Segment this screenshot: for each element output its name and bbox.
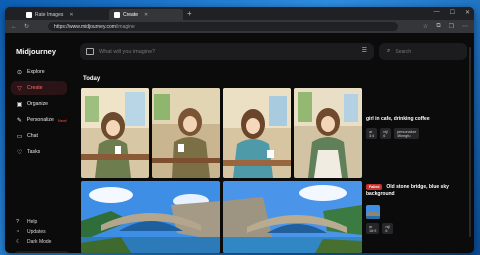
stone-bridge-image-1 xyxy=(81,181,220,253)
bridge-thumbnail-image xyxy=(366,205,380,219)
extensions-icon[interactable]: ⧉ xyxy=(436,23,440,30)
sidebar: Midjourney ⊙ Explore ▽ Create ▣ Organize ✎ P… xyxy=(5,33,73,253)
generated-image[interactable] xyxy=(152,88,220,178)
search-icon: ⌕ xyxy=(387,48,391,54)
generated-image[interactable] xyxy=(294,88,362,178)
sidebar-item-label: Chat xyxy=(27,133,38,139)
tab-bar: Rate Images ✕ Create ✕ + — ☐ ✕ xyxy=(5,7,474,20)
sidebar-item-label: Tasks xyxy=(27,149,41,155)
prompt-input[interactable] xyxy=(99,48,349,55)
midjourney-favicon-icon xyxy=(114,11,120,18)
sidebar-item-help[interactable]: ? Help xyxy=(11,217,67,227)
failed-tag: Failed xyxy=(366,184,383,190)
browser-window: Rate Images ✕ Create ✕ + — ☐ ✕ ← ↻ https… xyxy=(5,7,474,253)
cafe-girl-image-4 xyxy=(294,88,362,178)
sidebar-item-label: Explore xyxy=(27,69,45,75)
thumbs-up-icon: ♡ xyxy=(16,149,23,156)
address-bar: ← ↻ https://www.midjourney.com/imagine ☆… xyxy=(5,20,474,33)
search-input[interactable] xyxy=(395,48,456,55)
tab-label: Rate Images xyxy=(35,11,64,18)
prompt-bar: ☰ xyxy=(80,43,374,60)
sidebar-item-organize[interactable]: ▣ Organize xyxy=(11,97,67,111)
close-tab-icon[interactable]: ✕ xyxy=(69,12,73,18)
help-icon: ? xyxy=(16,219,20,225)
maximize-icon[interactable]: ☐ xyxy=(450,9,455,16)
job-chips: ar 16:9 niji 6 xyxy=(366,223,394,234)
menu-dots-icon[interactable]: ⋯ xyxy=(462,23,468,30)
new-badge: New! xyxy=(57,117,67,123)
search-bar: ⌕ xyxy=(379,43,467,60)
chip[interactable]: ar 16:9 xyxy=(366,223,380,234)
chip[interactable]: personalize 4fkmgfu xyxy=(393,128,420,139)
generated-image[interactable] xyxy=(223,181,362,253)
job-prompt[interactable]: Failed Old stone bridge, blue sky backgro… xyxy=(366,184,462,198)
logo: Midjourney xyxy=(16,47,57,56)
sidebar-item-explore[interactable]: ⊙ Explore xyxy=(11,65,67,79)
bell-icon: ◔ xyxy=(16,229,20,235)
chip[interactable]: ar 3:4 xyxy=(366,128,378,139)
chat-icon: ▭ xyxy=(16,133,23,140)
midjourney-favicon-icon xyxy=(26,11,32,18)
sidebar-nav: ⊙ Explore ▽ Create ▣ Organize ✎ Personalize N… xyxy=(11,65,67,161)
collections-icon[interactable]: ❐ xyxy=(449,23,454,30)
job-chips: ar 3:4 niji 6 personalize 4fkmgfu xyxy=(366,128,420,139)
url-domain: https://www.midjourney.com xyxy=(54,23,116,30)
sidebar-item-create[interactable]: ▽ Create xyxy=(11,81,67,95)
brush-icon: ▽ xyxy=(17,85,22,92)
close-tab-icon[interactable]: ✕ xyxy=(144,12,148,18)
moon-icon: ☾ xyxy=(16,239,21,245)
tab-create[interactable]: Create ✕ xyxy=(109,9,183,20)
sidebar-bottom-nav: ? Help ◔ Updates ☾ Dark Mode xyxy=(11,217,67,247)
cafe-girl-image-2 xyxy=(152,88,220,178)
generated-image[interactable] xyxy=(81,88,149,178)
generated-image[interactable] xyxy=(81,181,220,253)
stone-bridge-image-2 xyxy=(223,181,362,253)
midjourney-app: Midjourney ⊙ Explore ▽ Create ▣ Organize ✎ P… xyxy=(5,33,474,253)
back-icon[interactable]: ← xyxy=(11,24,17,30)
sidebar-item-label: Updates xyxy=(27,229,46,235)
sidebar-item-label: Personalize xyxy=(26,117,54,123)
folder-icon: ▣ xyxy=(16,101,23,108)
sidebar-item-chat[interactable]: ▭ Chat xyxy=(11,129,67,143)
sidebar-item-dark-mode[interactable]: ☾ Dark Mode xyxy=(11,237,67,247)
image-upload-icon[interactable] xyxy=(86,48,94,55)
job-prompt[interactable]: girl in cafe, drinking coffee xyxy=(366,116,462,123)
settings-sliders-icon[interactable]: ☰ xyxy=(362,47,367,54)
minimize-icon[interactable]: — xyxy=(434,9,440,16)
close-window-icon[interactable]: ✕ xyxy=(465,9,470,16)
new-tab-icon[interactable]: + xyxy=(187,9,192,18)
cafe-girl-image-1 xyxy=(81,88,149,178)
chip[interactable]: niji 6 xyxy=(380,128,391,139)
sidebar-item-personalize[interactable]: ✎ Personalize New! xyxy=(11,113,67,127)
compass-icon: ⊙ xyxy=(16,69,23,76)
favorite-star-icon[interactable]: ☆ xyxy=(423,23,428,30)
pen-icon: ✎ xyxy=(16,117,22,124)
generated-image[interactable] xyxy=(223,88,291,178)
sidebar-item-label: Organize xyxy=(27,101,49,107)
tab-label: Create xyxy=(123,11,139,18)
sidebar-item-label: Create xyxy=(27,85,43,91)
url-field[interactable]: https://www.midjourney.com/imagine xyxy=(48,22,399,31)
image-prompt-thumbnail[interactable] xyxy=(366,205,380,219)
sidebar-item-tasks[interactable]: ♡ Tasks xyxy=(11,145,67,159)
sidebar-item-updates[interactable]: ◔ Updates xyxy=(11,227,67,237)
chip[interactable]: niji 6 xyxy=(382,223,394,234)
url-path: /imagine xyxy=(115,23,135,30)
reload-icon[interactable]: ↻ xyxy=(24,23,29,30)
sidebar-item-label: Dark Mode xyxy=(27,239,52,245)
tab-rate-images[interactable]: Rate Images ✕ xyxy=(21,9,109,20)
section-heading-today: Today xyxy=(83,76,101,82)
user-profile-button[interactable]: ⋯ xyxy=(13,251,71,253)
sidebar-item-label: Help xyxy=(27,219,38,225)
scrollbar[interactable] xyxy=(469,47,471,237)
cafe-girl-image-3 xyxy=(223,88,291,178)
